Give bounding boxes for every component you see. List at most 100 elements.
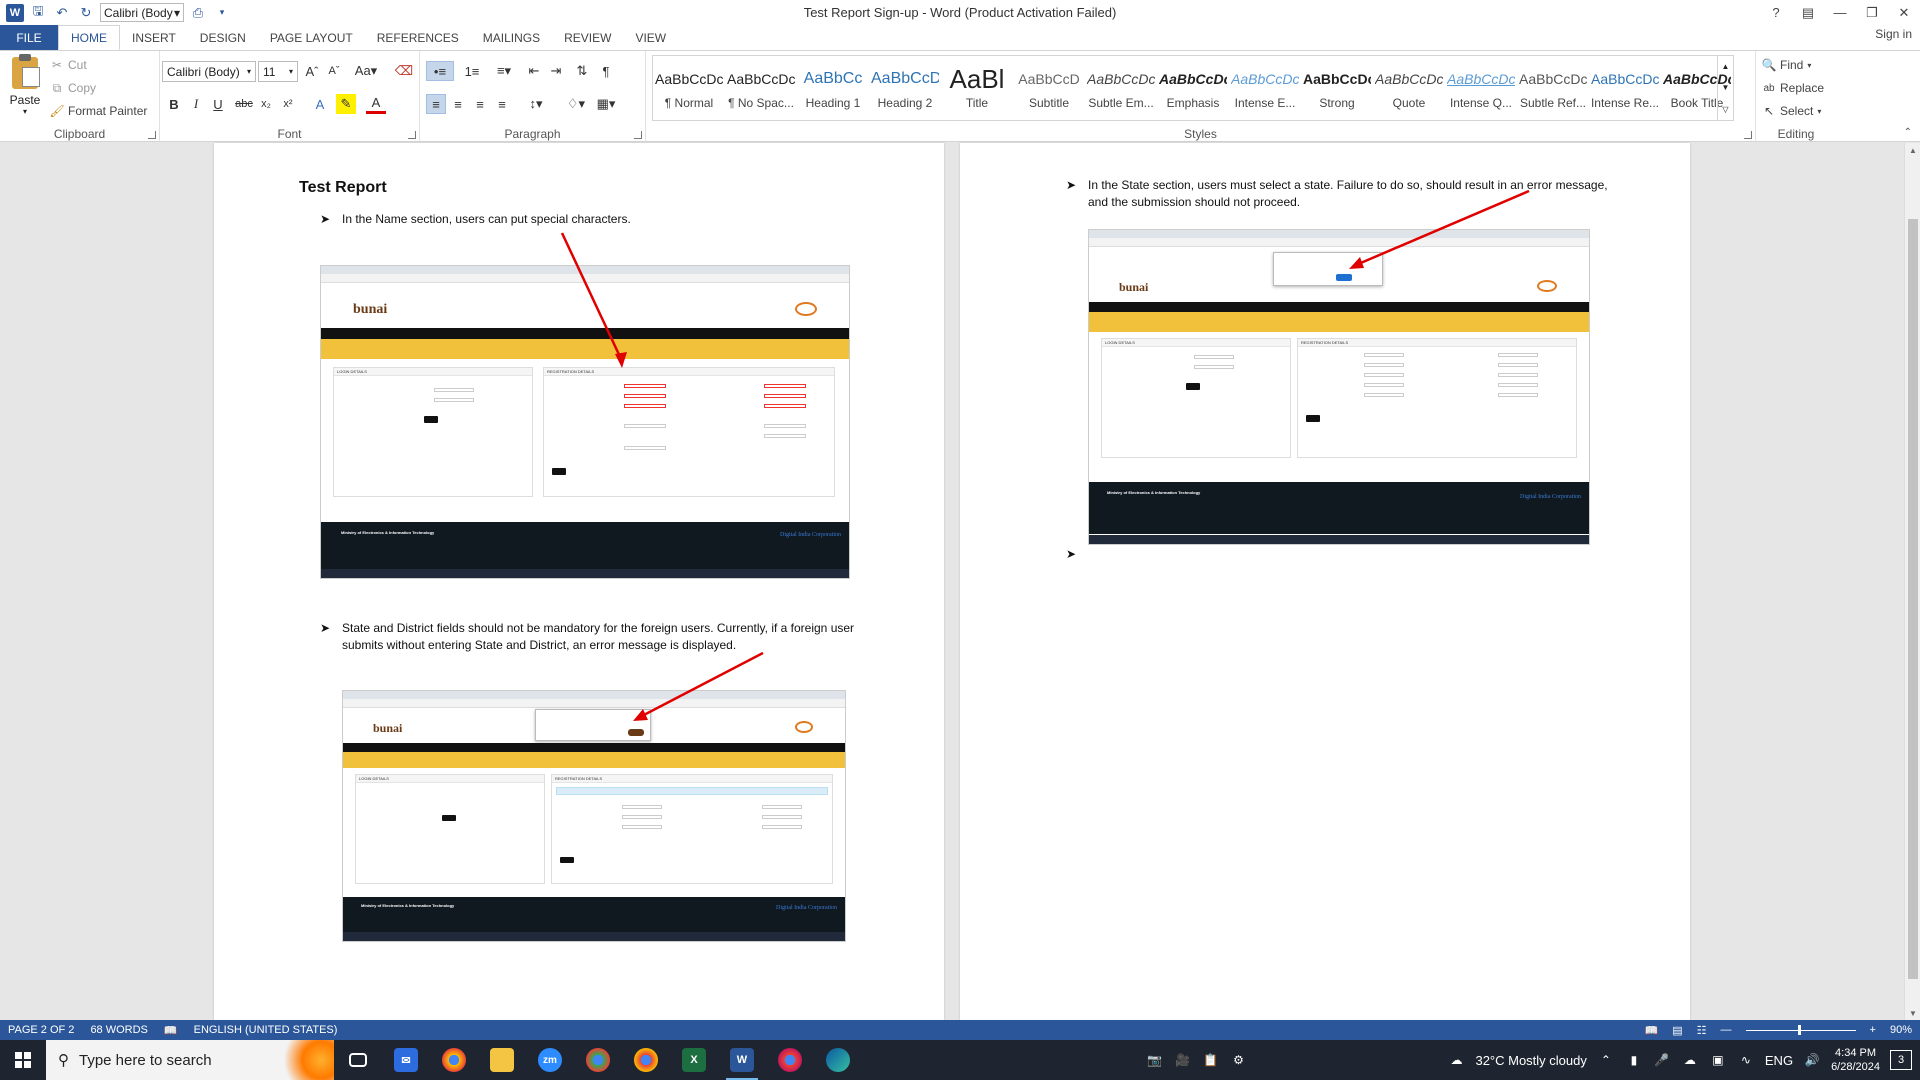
copy-button[interactable]: ⧉ Copy — [50, 78, 96, 98]
bold-button[interactable]: B — [164, 94, 184, 114]
tab-home[interactable]: HOME — [58, 25, 120, 50]
tab-mailings[interactable]: MAILINGS — [471, 25, 552, 50]
paragraph-launcher-icon[interactable] — [634, 131, 642, 139]
vertical-scrollbar[interactable]: ▲ ▼ — [1904, 143, 1920, 1020]
taskbar-chrome[interactable] — [430, 1040, 478, 1080]
grow-font-button[interactable]: Aˆ — [302, 61, 322, 81]
notification-center-icon[interactable]: 3 — [1890, 1050, 1912, 1070]
change-case-button[interactable]: Aa▾ — [352, 61, 380, 81]
align-center-button[interactable]: ≡ — [448, 94, 468, 114]
zoom-in-icon[interactable]: + — [1870, 1024, 1876, 1036]
styles-gallery-scroll[interactable]: ▲ ▼ ▽ — [1717, 56, 1733, 120]
style-item[interactable]: AaBbCcDc Subtle Em... — [1085, 56, 1157, 120]
multilevel-list-button[interactable]: ≡▾ — [490, 61, 518, 81]
qat-font-selector[interactable]: Calibri (Body ▾ — [100, 3, 184, 22]
italic-button[interactable]: I — [186, 94, 206, 114]
zoom-out-icon[interactable]: — — [1721, 1024, 1732, 1036]
style-item[interactable]: AaBbCcDc Strong — [1301, 56, 1373, 120]
task-view-button[interactable] — [334, 1040, 382, 1080]
page-count[interactable]: PAGE 2 OF 2 — [0, 1024, 82, 1036]
find-button[interactable]: 🔍 Find ▾ — [1762, 55, 1812, 75]
increase-indent-icon[interactable]: ⇥ — [546, 61, 566, 81]
paste-button[interactable]: Paste ▾ — [6, 54, 44, 121]
borders-button[interactable]: ▦▾ — [592, 94, 620, 114]
clear-formatting-icon[interactable]: ⌫ — [394, 61, 414, 81]
cloud-icon[interactable]: ☁ — [1681, 1051, 1699, 1069]
style-item[interactable]: AaBbCcDc Intense Re... — [1589, 56, 1661, 120]
monitor-icon[interactable]: ▣ — [1709, 1051, 1727, 1069]
styles-launcher-icon[interactable] — [1744, 131, 1752, 139]
touch-mode-icon[interactable]: ⎙ — [188, 3, 208, 23]
style-item[interactable]: AaBbCcDc Subtle Ref... — [1517, 56, 1589, 120]
clock[interactable]: 4:34 PM 6/28/2024 — [1831, 1046, 1880, 1074]
start-button[interactable] — [0, 1040, 46, 1080]
replace-button[interactable]: ab Replace — [1762, 78, 1824, 98]
camera-icon[interactable]: 📷 — [1145, 1051, 1163, 1069]
taskbar-word[interactable]: W — [718, 1040, 766, 1080]
chevron-down-icon[interactable]: ▼ — [1722, 83, 1730, 92]
sign-in-link[interactable]: Sign in — [1875, 27, 1912, 41]
justify-button[interactable]: ≡ — [492, 94, 512, 114]
read-mode-icon[interactable]: 📖 — [1645, 1024, 1659, 1037]
superscript-button[interactable]: x² — [278, 94, 298, 114]
align-left-button[interactable]: ≡ — [426, 94, 446, 114]
shading-button[interactable]: ♢▾ — [562, 94, 590, 114]
style-item[interactable]: AaBbCcD Heading 2 — [869, 56, 941, 120]
align-right-button[interactable]: ≡ — [470, 94, 490, 114]
style-item[interactable]: AaBbCcDc Intense Q... — [1445, 56, 1517, 120]
font-name-box[interactable]: Calibri (Body) ▾ — [162, 61, 256, 82]
minimize-button[interactable]: — — [1824, 0, 1856, 25]
print-layout-icon[interactable]: ▤ — [1672, 1024, 1682, 1037]
ribbon-display-options-button[interactable]: ▤ — [1792, 0, 1824, 25]
font-color-icon[interactable]: A — [366, 94, 386, 114]
chevron-up-icon[interactable]: ⌃ — [1597, 1051, 1615, 1069]
tab-references[interactable]: REFERENCES — [365, 25, 471, 50]
taskbar-app-1[interactable]: ✉ — [382, 1040, 430, 1080]
taskbar-file-explorer[interactable] — [478, 1040, 526, 1080]
collapse-ribbon-icon[interactable]: ⌃ — [1904, 127, 1912, 138]
undo-icon[interactable]: ↶ — [52, 3, 72, 23]
style-item[interactable]: AaBbCc Heading 1 — [797, 56, 869, 120]
highlight-color-icon[interactable]: ✎ — [336, 94, 356, 114]
underline-button[interactable]: U — [208, 94, 228, 114]
clipboard-launcher-icon[interactable] — [148, 131, 156, 139]
numbering-button[interactable]: 1≡ — [458, 61, 486, 81]
scroll-up-icon[interactable]: ▲ — [1905, 143, 1920, 157]
sort-icon[interactable]: ⇅ — [572, 61, 592, 81]
word-app-icon[interactable]: W — [6, 3, 24, 22]
redo-icon[interactable]: ↻ — [76, 3, 96, 23]
taskbar-edge[interactable] — [814, 1040, 862, 1080]
font-launcher-icon[interactable] — [408, 131, 416, 139]
style-item[interactable]: AaBl Title — [941, 56, 1013, 120]
volume-icon[interactable]: 🔊 — [1803, 1051, 1821, 1069]
microphone-icon[interactable]: 🎤 — [1653, 1051, 1671, 1069]
video-icon[interactable]: 🎥 — [1173, 1051, 1191, 1069]
subscript-button[interactable]: x₂ — [256, 94, 276, 114]
proofing-icon[interactable]: 📖 — [156, 1024, 186, 1037]
taskbar-chrome-4[interactable] — [766, 1040, 814, 1080]
tab-insert[interactable]: INSERT — [120, 25, 188, 50]
zoom-slider[interactable] — [1745, 1024, 1856, 1035]
taskbar-chrome-2[interactable] — [574, 1040, 622, 1080]
text-effects-icon[interactable]: A — [310, 94, 330, 114]
more-styles-icon[interactable]: ▽ — [1722, 105, 1728, 114]
taskbar-search[interactable]: ⚲ Type here to search — [46, 1040, 334, 1080]
battery-icon[interactable]: ▮ — [1625, 1051, 1643, 1069]
style-item[interactable]: AaBbCcDc Emphasis — [1157, 56, 1229, 120]
save-icon[interactable]: 🖫 — [28, 3, 48, 23]
style-item[interactable]: AaBbCcDc Intense E... — [1229, 56, 1301, 120]
wifi-icon[interactable]: ∿ — [1737, 1051, 1755, 1069]
restore-button[interactable]: ❐ — [1856, 0, 1888, 25]
scroll-down-icon[interactable]: ▼ — [1905, 1006, 1920, 1020]
tab-page-layout[interactable]: PAGE LAYOUT — [258, 25, 365, 50]
language-indicator[interactable]: ENGLISH (UNITED STATES) — [186, 1024, 346, 1036]
tab-design[interactable]: DESIGN — [188, 25, 258, 50]
format-painter-button[interactable]: 🖌 Format Painter — [49, 101, 147, 121]
style-item[interactable]: AaBbCcDc Quote — [1373, 56, 1445, 120]
clipboard-tray-icon[interactable]: 📋 — [1201, 1051, 1219, 1069]
strikethrough-button[interactable]: abc — [234, 94, 254, 114]
input-language[interactable]: ENG — [1765, 1053, 1793, 1068]
taskbar-zoom[interactable]: zm — [526, 1040, 574, 1080]
weather-icon[interactable]: ☁ — [1447, 1051, 1465, 1069]
tab-view[interactable]: VIEW — [623, 25, 678, 50]
